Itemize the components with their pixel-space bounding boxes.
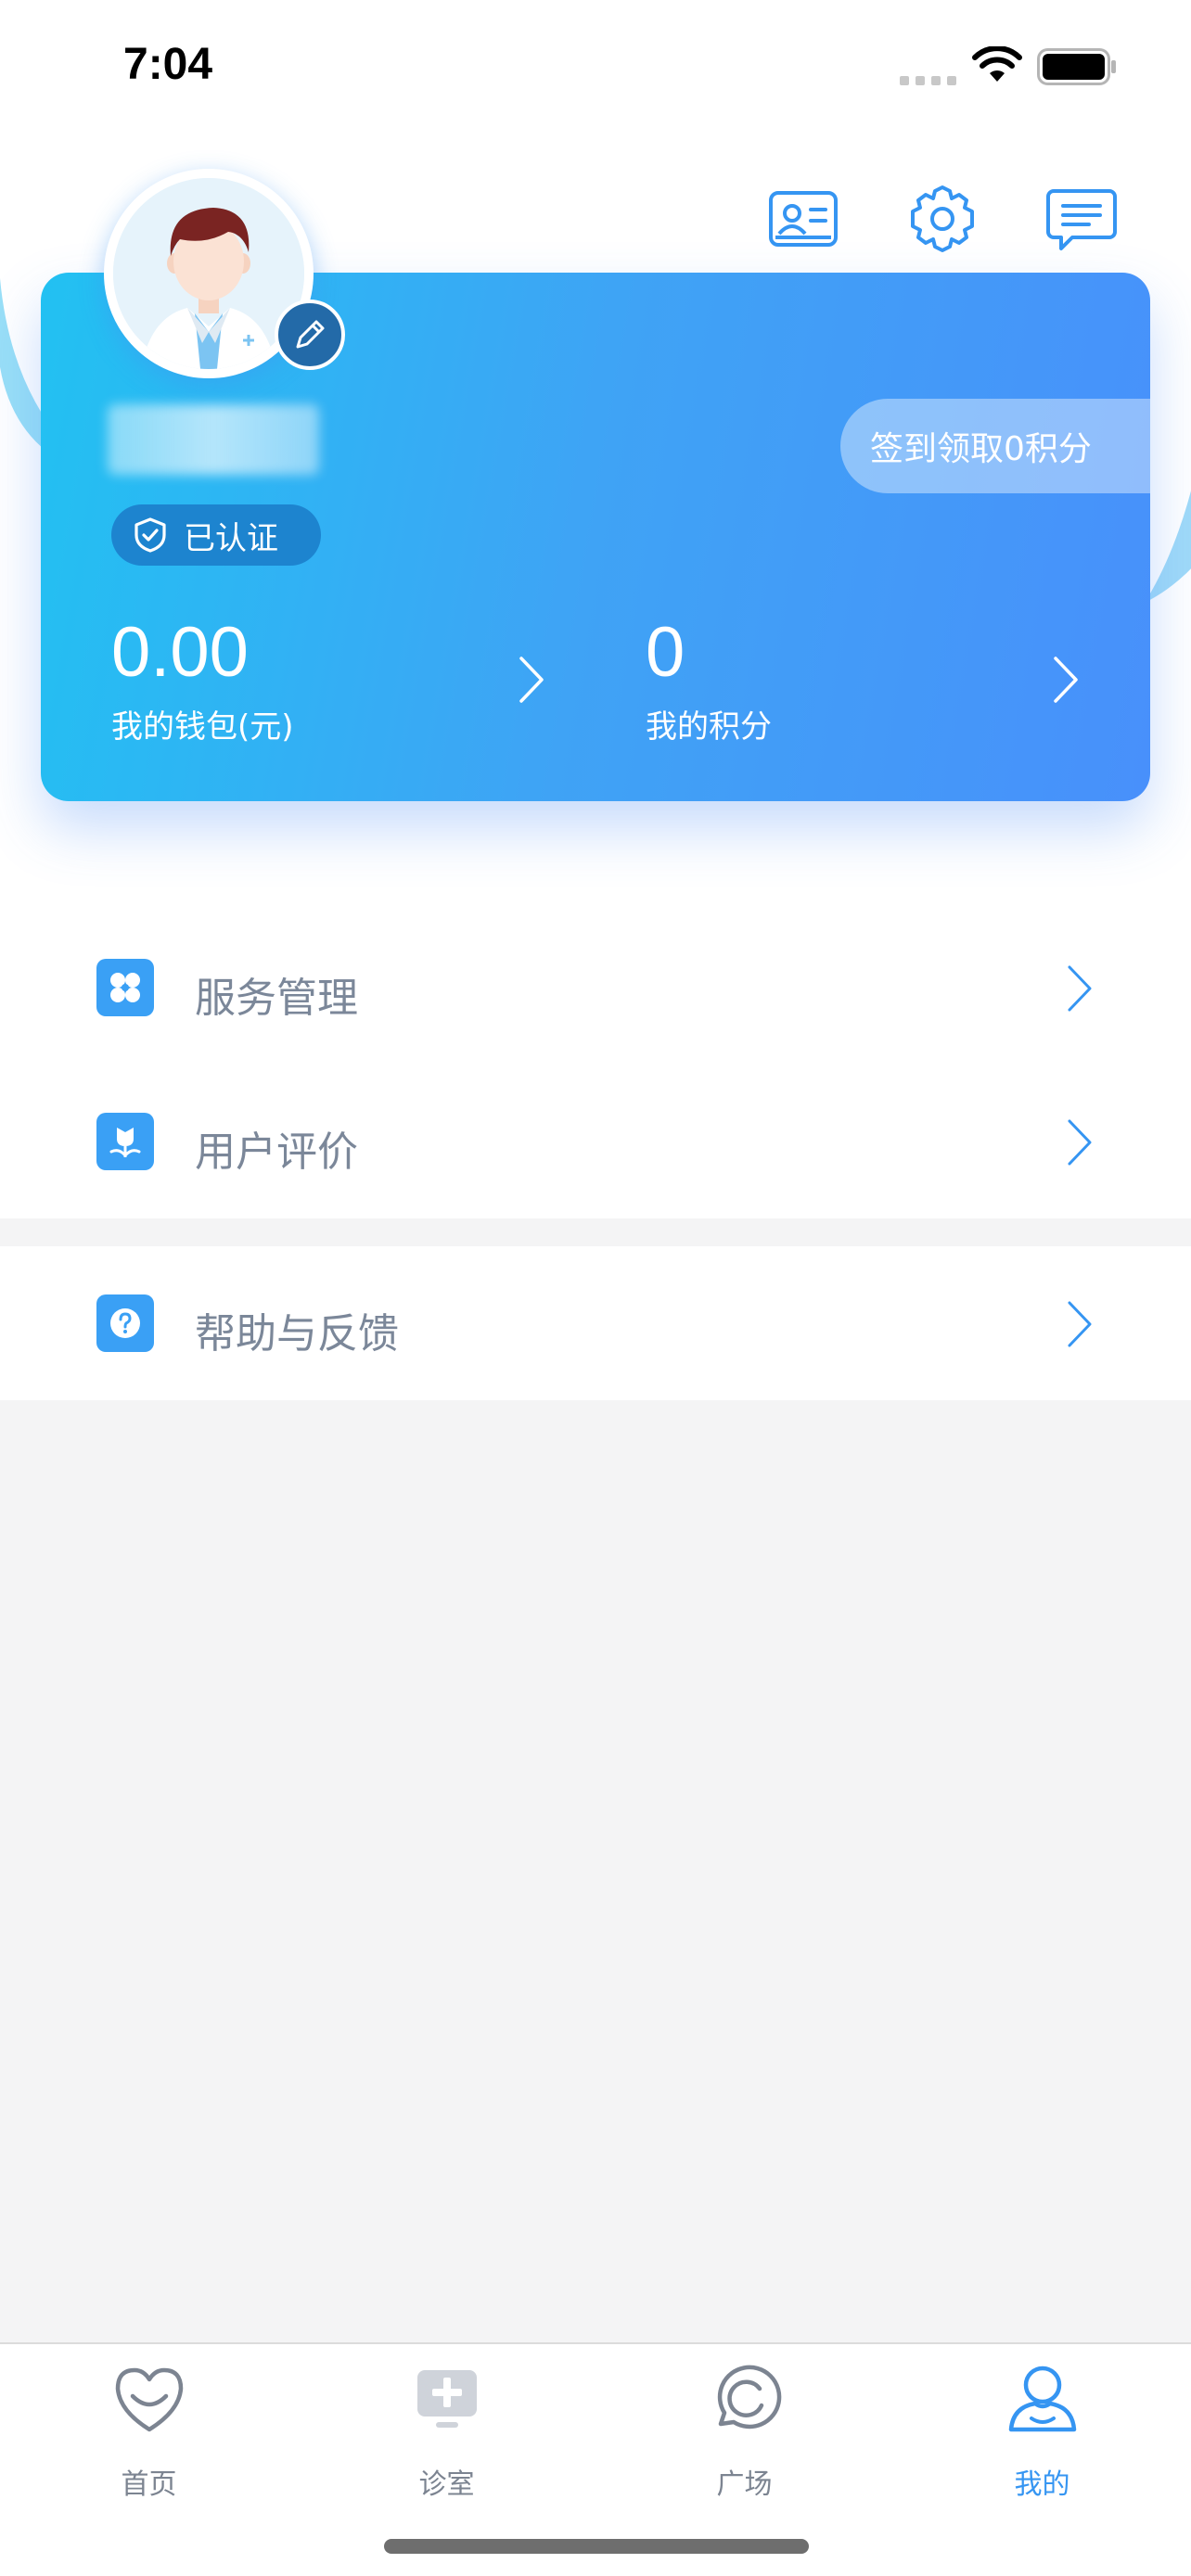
wallet-value: 0.00 <box>111 613 249 692</box>
settings-gear-icon[interactable] <box>905 182 980 256</box>
wallet-label: 我的钱包(元) <box>111 708 294 746</box>
edit-avatar-button[interactable] <box>275 300 345 370</box>
menu-group-secondary: 帮助与反馈 <box>0 1246 1191 1400</box>
verified-badge: 已认证 <box>111 504 321 566</box>
points-value: 0 <box>646 613 685 692</box>
checkin-label: 签到领取0积分 <box>870 430 1092 468</box>
wallet-chevron-right-icon[interactable] <box>518 655 545 705</box>
shield-check-icon <box>134 517 166 553</box>
wifi-icon <box>972 46 1022 82</box>
username-blurred <box>108 404 319 475</box>
verified-label: 已认证 <box>184 519 278 557</box>
chevron-right-icon <box>1068 1301 1092 1347</box>
menu-item-label: 帮助与反馈 <box>195 1310 399 1358</box>
checkin-button[interactable]: 签到领取0积分 <box>840 399 1150 493</box>
clinic-plus-icon <box>417 2370 477 2428</box>
tab-clinic[interactable]: 诊室 <box>298 2344 596 2501</box>
message-icon[interactable] <box>1044 182 1119 256</box>
person-icon <box>1008 2366 1077 2432</box>
status-bar: 7:04 <box>0 0 1191 130</box>
tab-label: 首页 <box>121 2468 177 2501</box>
points-label: 我的积分 <box>646 708 772 746</box>
help-icon <box>96 1294 154 1352</box>
chevron-right-icon <box>1068 1119 1092 1166</box>
tab-mine[interactable]: 我的 <box>893 2344 1191 2501</box>
heart-home-icon <box>115 2367 184 2432</box>
tab-label: 我的 <box>1014 2468 1070 2501</box>
square-chat-icon <box>717 2365 782 2429</box>
menu-item-user-reviews[interactable]: 用户评价 <box>0 1065 1191 1218</box>
wallet-stat[interactable]: 0.00 我的钱包(元) <box>111 616 294 746</box>
menu-item-label: 服务管理 <box>195 975 358 1022</box>
menu-group-primary: 服务管理 用户评价 <box>0 911 1191 1218</box>
tab-square[interactable]: 广场 <box>596 2344 893 2501</box>
points-chevron-right-icon[interactable] <box>1052 655 1080 705</box>
pencil-icon <box>296 320 325 349</box>
status-time: 7:04 <box>123 40 213 89</box>
grid-icon <box>96 959 154 1016</box>
chevron-right-icon <box>1068 965 1092 1012</box>
tab-home[interactable]: 首页 <box>0 2344 298 2501</box>
home-indicator <box>384 2539 809 2554</box>
menu-item-help-feedback[interactable]: 帮助与反馈 <box>0 1246 1191 1400</box>
tab-label: 广场 <box>716 2468 773 2501</box>
battery-icon <box>1037 48 1116 85</box>
menu-item-label: 用户评价 <box>195 1129 358 1176</box>
id-card-icon[interactable] <box>766 182 840 256</box>
tab-label: 诊室 <box>418 2468 475 2501</box>
menu-item-service-management[interactable]: 服务管理 <box>0 911 1191 1065</box>
cellular-signal-icon <box>900 76 956 85</box>
points-stat[interactable]: 0 我的积分 <box>646 616 772 746</box>
flower-icon <box>96 1113 154 1170</box>
